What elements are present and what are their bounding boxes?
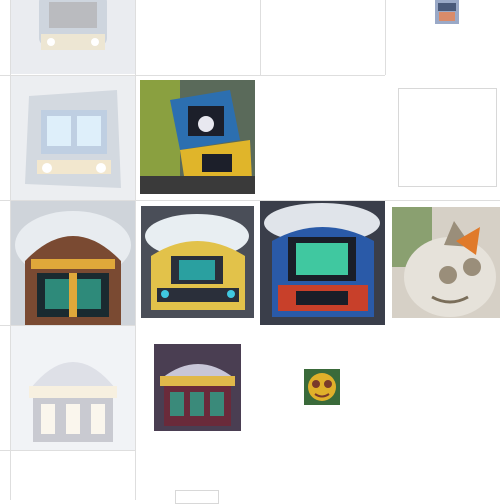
- image-tile-train-front-faded[interactable]: [11, 0, 135, 74]
- image-tile-red-blue-train-front[interactable]: [260, 201, 385, 325]
- image-tile-yellow-locomotive[interactable]: [140, 80, 255, 194]
- image-tile-tiny-face[interactable]: [304, 369, 340, 405]
- grid-line-horizontal: [0, 450, 135, 451]
- image-tile-cat-face[interactable]: [392, 207, 500, 318]
- image-tile-train-dome-front[interactable]: [11, 201, 135, 325]
- grid-line-vertical: [385, 0, 386, 75]
- image-tile-train-station-front[interactable]: [154, 344, 241, 431]
- image-tile-dome-building-faded[interactable]: [11, 326, 135, 450]
- image-tile-small-thumbnail[interactable]: [435, 0, 459, 24]
- empty-image-frame[interactable]: [398, 88, 497, 187]
- grid-line-vertical: [260, 0, 261, 75]
- image-tile-yellow-train-front[interactable]: [141, 206, 254, 318]
- image-tile-train-cab-faded[interactable]: [11, 76, 135, 200]
- partial-image-frame[interactable]: [175, 490, 219, 504]
